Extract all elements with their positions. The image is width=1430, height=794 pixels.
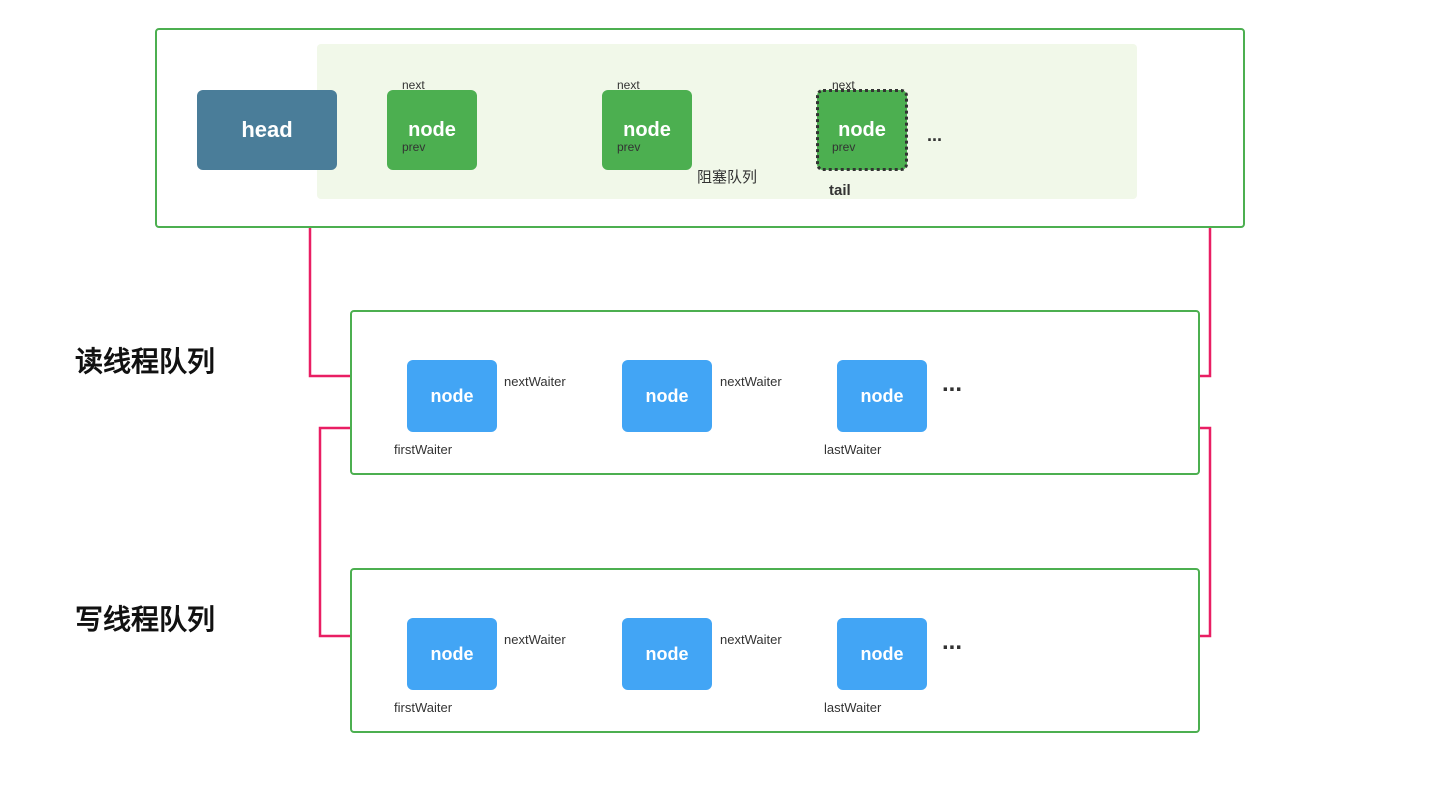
write-node-3-label: node xyxy=(861,644,904,665)
next-label-3: next xyxy=(832,78,855,92)
read-last-waiter-label: lastWaiter xyxy=(824,442,881,457)
read-node-1: node xyxy=(407,360,497,432)
read-next-waiter-1: nextWaiter xyxy=(504,374,566,389)
read-node-2-label: node xyxy=(646,386,689,407)
top-node-3-tail: node xyxy=(817,90,907,170)
top-node-2-label: node xyxy=(623,119,671,142)
write-last-waiter-label: lastWaiter xyxy=(824,700,881,715)
read-section: node firstWaiter nextWaiter node nextWai… xyxy=(350,310,1200,475)
read-next-waiter-2: nextWaiter xyxy=(720,374,782,389)
read-ellipsis: ... xyxy=(942,370,962,398)
write-node-3: node xyxy=(837,618,927,690)
write-ellipsis: ... xyxy=(942,628,962,656)
top-node-2: node xyxy=(602,90,692,170)
next-label-2: next xyxy=(617,78,640,92)
prev-label-3: prev xyxy=(832,140,855,154)
write-section-title: 写线程队列 xyxy=(75,598,215,638)
top-node-3-label: node xyxy=(838,119,886,142)
read-node-3: node xyxy=(837,360,927,432)
write-next-waiter-2: nextWaiter xyxy=(720,632,782,647)
prev-label-1: prev xyxy=(402,140,425,154)
read-node-2: node xyxy=(622,360,712,432)
tail-label: tail xyxy=(829,182,851,199)
top-node-1: node xyxy=(387,90,477,170)
write-node-1-label: node xyxy=(431,644,474,665)
blocking-queue-label: 阻塞队列 xyxy=(697,166,757,187)
write-node-2-label: node xyxy=(646,644,689,665)
read-node-3-label: node xyxy=(861,386,904,407)
write-next-waiter-1: nextWaiter xyxy=(504,632,566,647)
write-section: node firstWaiter nextWaiter node nextWai… xyxy=(350,568,1200,733)
write-node-1: node xyxy=(407,618,497,690)
write-node-2: node xyxy=(622,618,712,690)
head-box: head xyxy=(197,90,337,170)
read-first-waiter-label: firstWaiter xyxy=(394,442,452,457)
next-label-1: next xyxy=(402,78,425,92)
prev-label-2: prev xyxy=(617,140,640,154)
tail-dots: ... xyxy=(927,125,942,146)
read-section-title: 读线程队列 xyxy=(75,340,215,380)
head-label: head xyxy=(241,117,292,143)
top-section: 阻塞队列 head node node node tail next prev … xyxy=(155,28,1245,228)
write-first-waiter-label: firstWaiter xyxy=(394,700,452,715)
read-node-1-label: node xyxy=(431,386,474,407)
diagram-container: 阻塞队列 head node node node tail next prev … xyxy=(0,0,1430,794)
top-node-1-label: node xyxy=(408,119,456,142)
